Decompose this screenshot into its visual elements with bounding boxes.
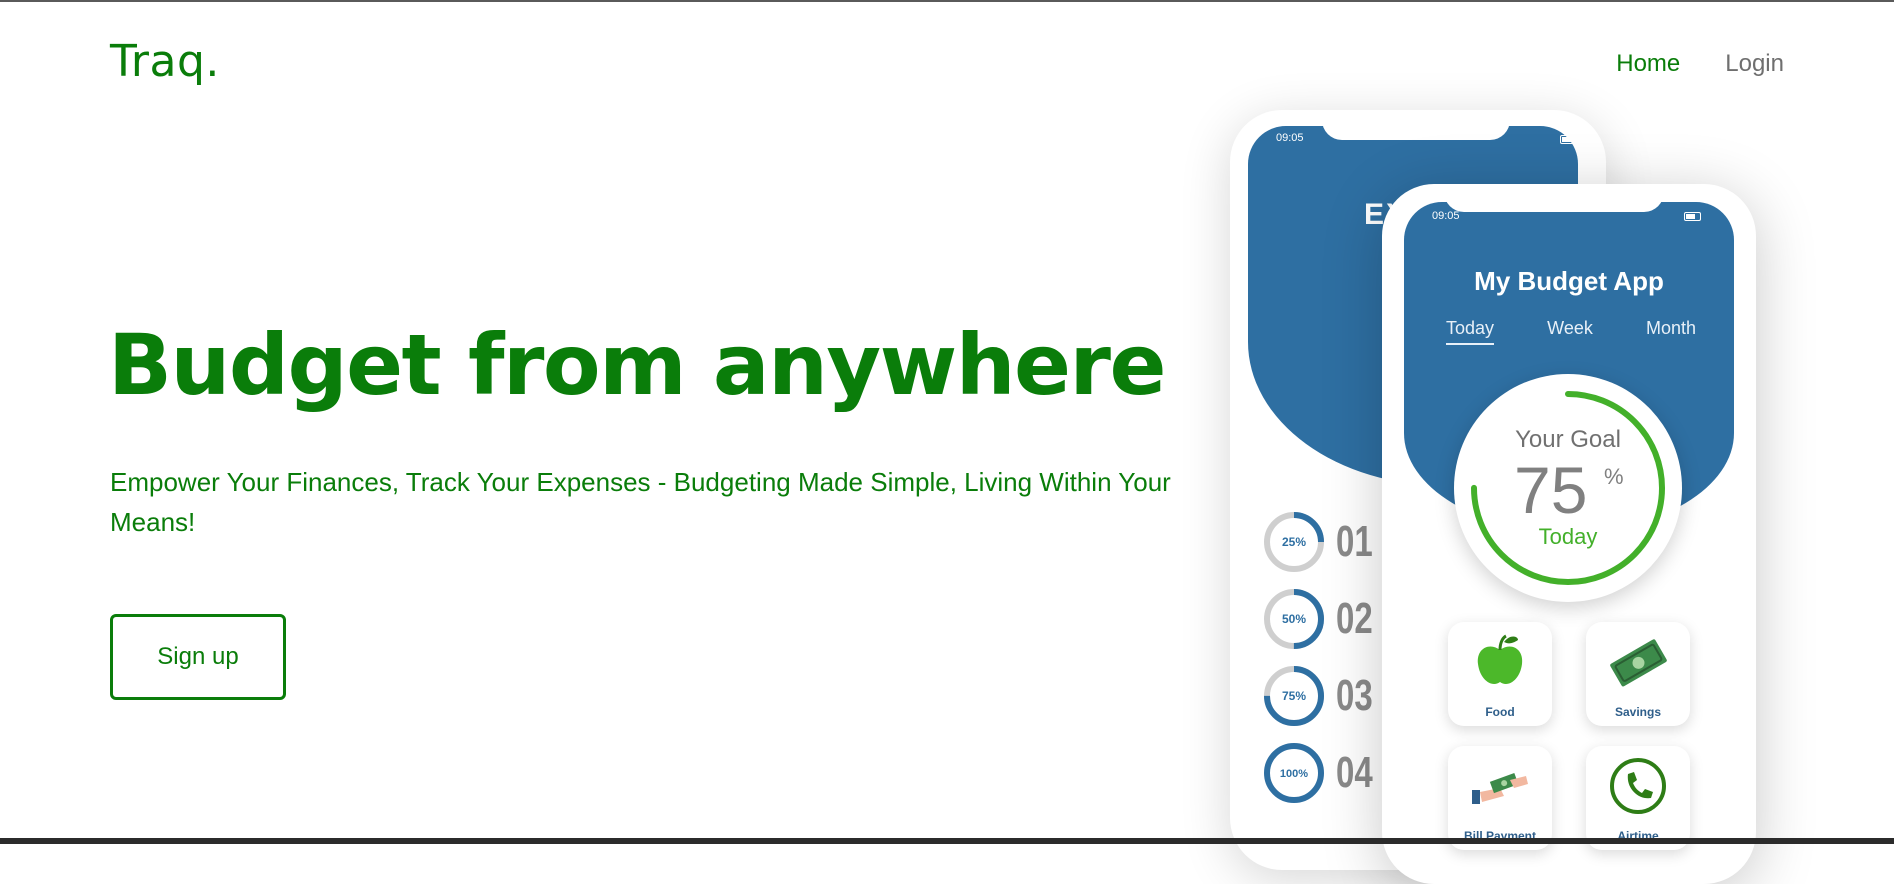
progress-ring-icon: 100%	[1264, 743, 1324, 803]
svg-text:100%: 100%	[1280, 768, 1308, 780]
bottom-divider	[0, 838, 1894, 844]
ring-row: 50% 02	[1262, 587, 1385, 651]
status-time: 09:05	[1432, 210, 1460, 222]
signup-button[interactable]: Sign up	[110, 614, 286, 700]
hero-subtitle: Empower Your Finances, Track Your Expens…	[110, 467, 1171, 537]
period-tabs: Today Week Month	[1446, 318, 1696, 345]
category-tile-savings[interactable]: Savings	[1586, 622, 1690, 726]
battery-icon	[1684, 212, 1701, 221]
tile-label: Savings	[1614, 705, 1662, 719]
ring-row: 75% 03	[1262, 664, 1385, 728]
goal-unit: %	[1604, 464, 1624, 489]
phone-mockup-front: 09:05 My Budget App Today Week Month You…	[1382, 184, 1756, 884]
goal-period: Today	[1538, 524, 1598, 549]
money-icon	[1610, 639, 1667, 687]
payment-hand-icon	[1472, 773, 1528, 804]
ring-number: 02	[1336, 594, 1373, 643]
svg-text:50%: 50%	[1282, 612, 1306, 626]
phone-notch	[1444, 184, 1664, 212]
apple-icon	[1477, 634, 1523, 684]
phone-notch	[1322, 110, 1510, 140]
hero-title: Budget from anywhere	[108, 316, 1166, 414]
svg-text:25%: 25%	[1282, 535, 1306, 549]
phone-icon	[1610, 758, 1666, 814]
battery-icon	[1560, 135, 1577, 144]
tab-month[interactable]: Month	[1646, 318, 1696, 345]
goal-progress-dial: Your Goal 75 % Today	[1454, 374, 1682, 602]
ring-row: 100% 04	[1262, 741, 1385, 805]
tab-week[interactable]: Week	[1547, 318, 1593, 345]
ring-number: 03	[1336, 671, 1373, 720]
nav-login-link[interactable]: Login	[1725, 50, 1784, 78]
category-tile-food[interactable]: Food	[1448, 622, 1552, 726]
ring-row: 25% 01	[1262, 510, 1385, 574]
app-title: My Budget App	[1474, 266, 1664, 296]
progress-ring-icon: 50%	[1264, 589, 1324, 649]
goal-label: Your Goal	[1515, 426, 1621, 453]
svg-text:75%: 75%	[1282, 689, 1306, 703]
nav-home-link[interactable]: Home	[1616, 50, 1680, 78]
ring-number: 01	[1336, 517, 1373, 566]
category-tile-bill-payment[interactable]: Bill Payment	[1448, 746, 1552, 850]
progress-ring-icon: 25%	[1264, 512, 1324, 572]
top-nav: Home Login	[1616, 50, 1784, 78]
tab-today[interactable]: Today	[1446, 318, 1495, 345]
ring-number: 04	[1336, 748, 1373, 797]
status-time: 09:05	[1276, 132, 1304, 144]
goal-value: 75	[1514, 453, 1588, 527]
brand-logo[interactable]: Traq.	[110, 36, 220, 87]
tile-label: Food	[1485, 705, 1515, 719]
category-tile-airtime[interactable]: Airtime	[1586, 746, 1690, 850]
progress-ring-icon: 75%	[1264, 666, 1324, 726]
